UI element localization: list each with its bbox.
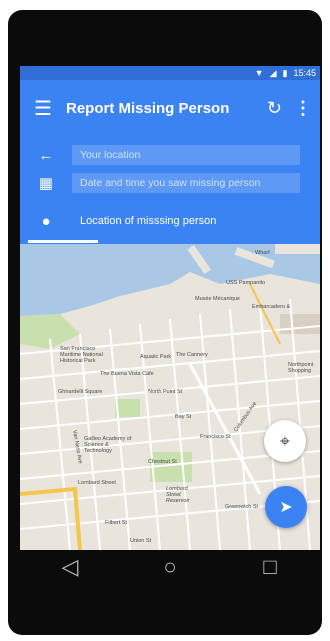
map-label-lombard-reservoir: Lombard Street Reservoir [166,486,190,504]
page-title: Report Missing Person [66,99,230,117]
location-pin-icon: ● [41,212,51,230]
your-location-field[interactable]: Your location [72,145,300,165]
missing-location-row[interactable]: ● Location of misssing person [20,208,320,234]
map-label-greenwich: Greenwich St [225,504,259,510]
map-label-uss-pampanito: USS Pampanito [226,280,266,286]
home-circle-icon[interactable]: ○ [150,554,190,580]
recents-square-icon[interactable]: □ [250,554,290,580]
search-form: ← Your location ▦ Date and time you saw … [20,136,320,244]
refresh-icon[interactable]: ↻ [267,98,282,119]
map-label-wharf: Wharf [255,250,270,256]
date-time-row: ▦ Date and time you saw missing person [20,172,320,194]
map-label-union: Union St [130,538,152,544]
missing-location-label: Location of misssing person [80,215,217,227]
map-label-musee: Musée Mécanique [195,296,240,302]
menu-icon[interactable]: ☰ [34,96,58,121]
map-label-filbert: Filbert St [105,520,128,526]
navigate-button[interactable]: ➤ [265,486,307,528]
map-label-lombard: Lombard Street [78,480,116,486]
map-label-embarcadero: Embarcadero & [252,304,291,310]
my-location-icon: ⌖ [279,430,291,451]
map-label-galileo: Galileo Academy of Science & Technology [84,436,132,454]
map-label-northpoint-shopping: Northpoint Shopping [288,362,314,374]
active-tab-indicator [28,240,98,243]
arrow-back-icon[interactable]: ← [20,147,72,164]
map-label-ghirardelli: Ghirardelli Square [58,389,103,395]
more-vert-icon[interactable]: ⋮ [294,98,312,119]
calendar-icon: ▦ [38,175,54,192]
signal-icon: ◢ [269,67,277,78]
battery-icon: ▮ [282,67,288,78]
back-triangle-icon[interactable]: ◁ [50,554,90,580]
map-label-aquatic-park: Aquatic Park [140,354,172,360]
app-screen: ▼ ◢ ▮ 15:45 ☰ Report Missing Person ↻ ⋮ … [20,66,320,550]
map-label-francisco: Francisco St [200,434,231,440]
status-bar: ▼ ◢ ▮ 15:45 [20,66,320,80]
map-label-maritime: San Francisco Maritime National Historic… [60,346,103,364]
map-label-north-point: North Point St [148,389,183,395]
map-label-buena-vista: The Buena Vista Cafe [100,371,154,377]
date-time-field[interactable]: Date and time you saw missing person [72,173,300,193]
map-label-cannery: The Cannery [176,352,208,358]
my-location-button[interactable]: ⌖ [264,420,306,462]
map-label-bay-st: Bay St [175,414,192,420]
navigation-arrow-icon: ➤ [279,499,293,516]
status-time: 15:45 [293,68,316,78]
system-nav-bar: ◁ ○ □ [20,550,320,584]
app-bar: ☰ Report Missing Person ↻ ⋮ [20,80,320,136]
map-label-chestnut: Chestnut St [148,459,177,465]
your-location-row: ← Your location [20,144,320,166]
wifi-icon: ▼ [254,67,264,78]
